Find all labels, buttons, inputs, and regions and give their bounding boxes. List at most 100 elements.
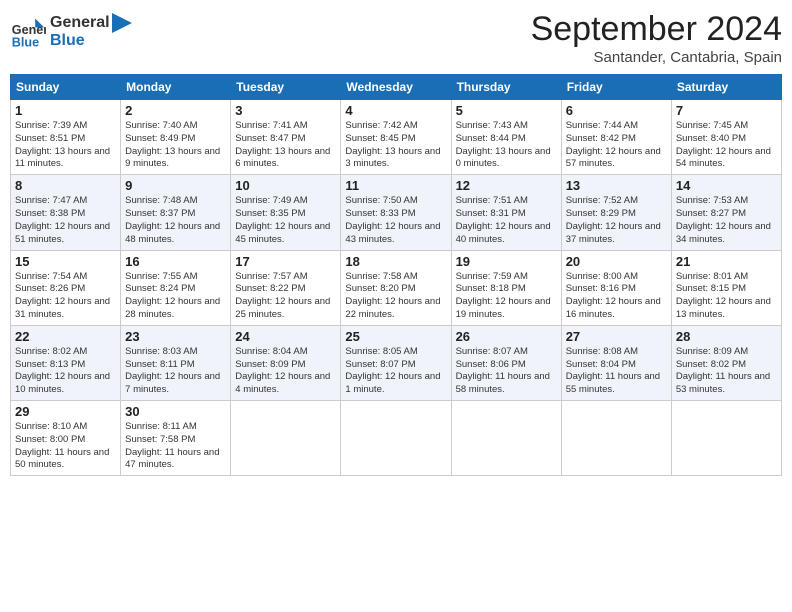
svg-text:Blue: Blue xyxy=(12,35,39,49)
calendar-cell: 6 Sunrise: 7:44 AM Sunset: 8:42 PM Daylig… xyxy=(561,100,671,175)
day-number: 13 xyxy=(566,178,667,193)
logo: General Blue General Blue xyxy=(10,14,132,50)
calendar-cell: 5 Sunrise: 7:43 AM Sunset: 8:44 PM Daylig… xyxy=(451,100,561,175)
day-info: Sunrise: 7:42 AM Sunset: 8:45 PM Dayligh… xyxy=(345,120,446,171)
day-number: 1 xyxy=(15,103,116,118)
header: General Blue General Blue September 2024… xyxy=(10,10,782,66)
day-info: Sunrise: 7:48 AM Sunset: 8:37 PM Dayligh… xyxy=(125,195,226,246)
calendar-cell: 2 Sunrise: 7:40 AM Sunset: 8:49 PM Daylig… xyxy=(121,100,231,175)
logo-icon: General Blue xyxy=(10,14,46,50)
calendar-cell: 8Sunrise: 7:47 AM Sunset: 8:38 PM Daylig… xyxy=(11,175,121,250)
day-info: Sunrise: 7:44 AM Sunset: 8:42 PM Dayligh… xyxy=(566,120,667,171)
day-number: 17 xyxy=(235,254,336,269)
day-info: Sunrise: 7:54 AM Sunset: 8:26 PM Dayligh… xyxy=(15,271,116,322)
logo-triangle-icon xyxy=(112,13,132,33)
calendar-cell: 12 Sunrise: 7:51 AM Sunset: 8:31 PM Dayli… xyxy=(451,175,561,250)
day-info: Sunrise: 8:09 AM Sunset: 8:02 PM Dayligh… xyxy=(676,346,777,397)
calendar-cell: 17Sunrise: 7:57 AM Sunset: 8:22 PM Dayli… xyxy=(231,250,341,325)
day-number: 16 xyxy=(125,254,226,269)
calendar-cell: 25 Sunrise: 8:05 AM Sunset: 8:07 PM Dayli… xyxy=(341,325,451,400)
day-number: 12 xyxy=(456,178,557,193)
day-number: 27 xyxy=(566,329,667,344)
day-info: Sunrise: 7:52 AM Sunset: 8:29 PM Dayligh… xyxy=(566,195,667,246)
calendar-cell: 4 Sunrise: 7:42 AM Sunset: 8:45 PM Daylig… xyxy=(341,100,451,175)
day-number: 9 xyxy=(125,178,226,193)
weekday-header-sunday: Sunday xyxy=(11,75,121,100)
calendar-table: SundayMondayTuesdayWednesdayThursdayFrid… xyxy=(10,74,782,476)
calendar-cell xyxy=(341,401,451,476)
calendar-cell: 11 Sunrise: 7:50 AM Sunset: 8:33 PM Dayli… xyxy=(341,175,451,250)
day-number: 7 xyxy=(676,103,777,118)
day-number: 20 xyxy=(566,254,667,269)
title-area: September 2024 Santander, Cantabria, Spa… xyxy=(531,10,782,66)
calendar-header: SundayMondayTuesdayWednesdayThursdayFrid… xyxy=(11,75,782,100)
calendar-cell: 23 Sunrise: 8:03 AM Sunset: 8:11 PM Dayli… xyxy=(121,325,231,400)
calendar-cell xyxy=(561,401,671,476)
calendar-cell: 26Sunrise: 8:07 AM Sunset: 8:06 PM Dayli… xyxy=(451,325,561,400)
weekday-header-saturday: Saturday xyxy=(671,75,781,100)
day-info: Sunrise: 8:02 AM Sunset: 8:13 PM Dayligh… xyxy=(15,346,116,397)
day-number: 25 xyxy=(345,329,446,344)
calendar-cell xyxy=(451,401,561,476)
calendar-cell: 9 Sunrise: 7:48 AM Sunset: 8:37 PM Daylig… xyxy=(121,175,231,250)
day-info: Sunrise: 8:01 AM Sunset: 8:15 PM Dayligh… xyxy=(676,271,777,322)
calendar-cell: 7 Sunrise: 7:45 AM Sunset: 8:40 PM Daylig… xyxy=(671,100,781,175)
day-number: 4 xyxy=(345,103,446,118)
day-info: Sunrise: 7:55 AM Sunset: 8:24 PM Dayligh… xyxy=(125,271,226,322)
calendar-cell: 1 Sunrise: 7:39 AM Sunset: 8:51 PM Daylig… xyxy=(11,100,121,175)
day-info: Sunrise: 7:43 AM Sunset: 8:44 PM Dayligh… xyxy=(456,120,557,171)
day-number: 29 xyxy=(15,404,116,419)
day-number: 21 xyxy=(676,254,777,269)
month-title: September 2024 xyxy=(531,10,782,49)
calendar-cell: 10 Sunrise: 7:49 AM Sunset: 8:35 PM Dayli… xyxy=(231,175,341,250)
weekday-header-thursday: Thursday xyxy=(451,75,561,100)
calendar-cell: 15 Sunrise: 7:54 AM Sunset: 8:26 PM Dayli… xyxy=(11,250,121,325)
day-info: Sunrise: 7:51 AM Sunset: 8:31 PM Dayligh… xyxy=(456,195,557,246)
calendar-cell: 28Sunrise: 8:09 AM Sunset: 8:02 PM Dayli… xyxy=(671,325,781,400)
day-info: Sunrise: 7:39 AM Sunset: 8:51 PM Dayligh… xyxy=(15,120,116,171)
day-info: Sunrise: 7:45 AM Sunset: 8:40 PM Dayligh… xyxy=(676,120,777,171)
day-info: Sunrise: 8:05 AM Sunset: 8:07 PM Dayligh… xyxy=(345,346,446,397)
day-info: Sunrise: 7:59 AM Sunset: 8:18 PM Dayligh… xyxy=(456,271,557,322)
day-info: Sunrise: 8:10 AM Sunset: 8:00 PM Dayligh… xyxy=(15,421,116,472)
day-number: 23 xyxy=(125,329,226,344)
day-number: 6 xyxy=(566,103,667,118)
calendar-cell: 18Sunrise: 7:58 AM Sunset: 8:20 PM Dayli… xyxy=(341,250,451,325)
day-number: 5 xyxy=(456,103,557,118)
calendar-cell xyxy=(231,401,341,476)
calendar-cell: 3 Sunrise: 7:41 AM Sunset: 8:47 PM Daylig… xyxy=(231,100,341,175)
day-number: 10 xyxy=(235,178,336,193)
day-number: 14 xyxy=(676,178,777,193)
day-info: Sunrise: 7:58 AM Sunset: 8:20 PM Dayligh… xyxy=(345,271,446,322)
calendar-cell: 30 Sunrise: 8:11 AM Sunset: 7:58 PM Dayli… xyxy=(121,401,231,476)
day-info: Sunrise: 7:53 AM Sunset: 8:27 PM Dayligh… xyxy=(676,195,777,246)
day-info: Sunrise: 7:50 AM Sunset: 8:33 PM Dayligh… xyxy=(345,195,446,246)
day-number: 30 xyxy=(125,404,226,419)
weekday-header-friday: Friday xyxy=(561,75,671,100)
calendar-cell: 29 Sunrise: 8:10 AM Sunset: 8:00 PM Dayli… xyxy=(11,401,121,476)
day-number: 11 xyxy=(345,178,446,193)
day-info: Sunrise: 8:03 AM Sunset: 8:11 PM Dayligh… xyxy=(125,346,226,397)
calendar-cell: 27Sunrise: 8:08 AM Sunset: 8:04 PM Dayli… xyxy=(561,325,671,400)
day-number: 2 xyxy=(125,103,226,118)
calendar-cell: 24 Sunrise: 8:04 AM Sunset: 8:09 PM Dayli… xyxy=(231,325,341,400)
calendar-cell: 21 Sunrise: 8:01 AM Sunset: 8:15 PM Dayli… xyxy=(671,250,781,325)
day-info: Sunrise: 7:49 AM Sunset: 8:35 PM Dayligh… xyxy=(235,195,336,246)
calendar-cell: 19 Sunrise: 7:59 AM Sunset: 8:18 PM Dayli… xyxy=(451,250,561,325)
day-info: Sunrise: 7:47 AM Sunset: 8:38 PM Dayligh… xyxy=(15,195,116,246)
day-number: 24 xyxy=(235,329,336,344)
calendar-cell: 22Sunrise: 8:02 AM Sunset: 8:13 PM Dayli… xyxy=(11,325,121,400)
day-info: Sunrise: 8:07 AM Sunset: 8:06 PM Dayligh… xyxy=(456,346,557,397)
calendar-cell: 16 Sunrise: 7:55 AM Sunset: 8:24 PM Dayli… xyxy=(121,250,231,325)
day-info: Sunrise: 7:40 AM Sunset: 8:49 PM Dayligh… xyxy=(125,120,226,171)
calendar-cell: 13 Sunrise: 7:52 AM Sunset: 8:29 PM Dayli… xyxy=(561,175,671,250)
day-number: 3 xyxy=(235,103,336,118)
day-info: Sunrise: 8:00 AM Sunset: 8:16 PM Dayligh… xyxy=(566,271,667,322)
day-number: 15 xyxy=(15,254,116,269)
location: Santander, Cantabria, Spain xyxy=(531,49,782,66)
day-info: Sunrise: 8:11 AM Sunset: 7:58 PM Dayligh… xyxy=(125,421,226,472)
day-number: 19 xyxy=(456,254,557,269)
day-info: Sunrise: 7:41 AM Sunset: 8:47 PM Dayligh… xyxy=(235,120,336,171)
day-info: Sunrise: 8:04 AM Sunset: 8:09 PM Dayligh… xyxy=(235,346,336,397)
weekday-header-wednesday: Wednesday xyxy=(341,75,451,100)
